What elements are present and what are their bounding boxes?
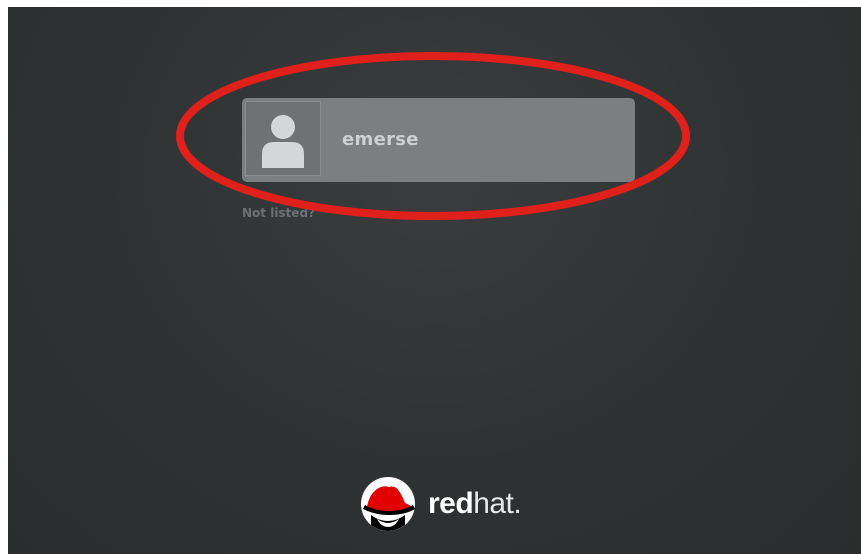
- user-avatar: [245, 101, 321, 176]
- not-listed-link[interactable]: Not listed?: [242, 206, 315, 220]
- redhat-shadowman-icon: [361, 477, 415, 531]
- red-highlight-ellipse: [176, 52, 690, 220]
- login-screen: emerse Not listed? redhat.: [8, 7, 861, 554]
- user-list-item-emerse[interactable]: emerse: [242, 98, 635, 182]
- default-user-silhouette-icon: [262, 115, 304, 168]
- username-label: emerse: [342, 129, 419, 150]
- redhat-wordmark: redhat.: [428, 487, 522, 520]
- redhat-logo: redhat.: [359, 475, 522, 533]
